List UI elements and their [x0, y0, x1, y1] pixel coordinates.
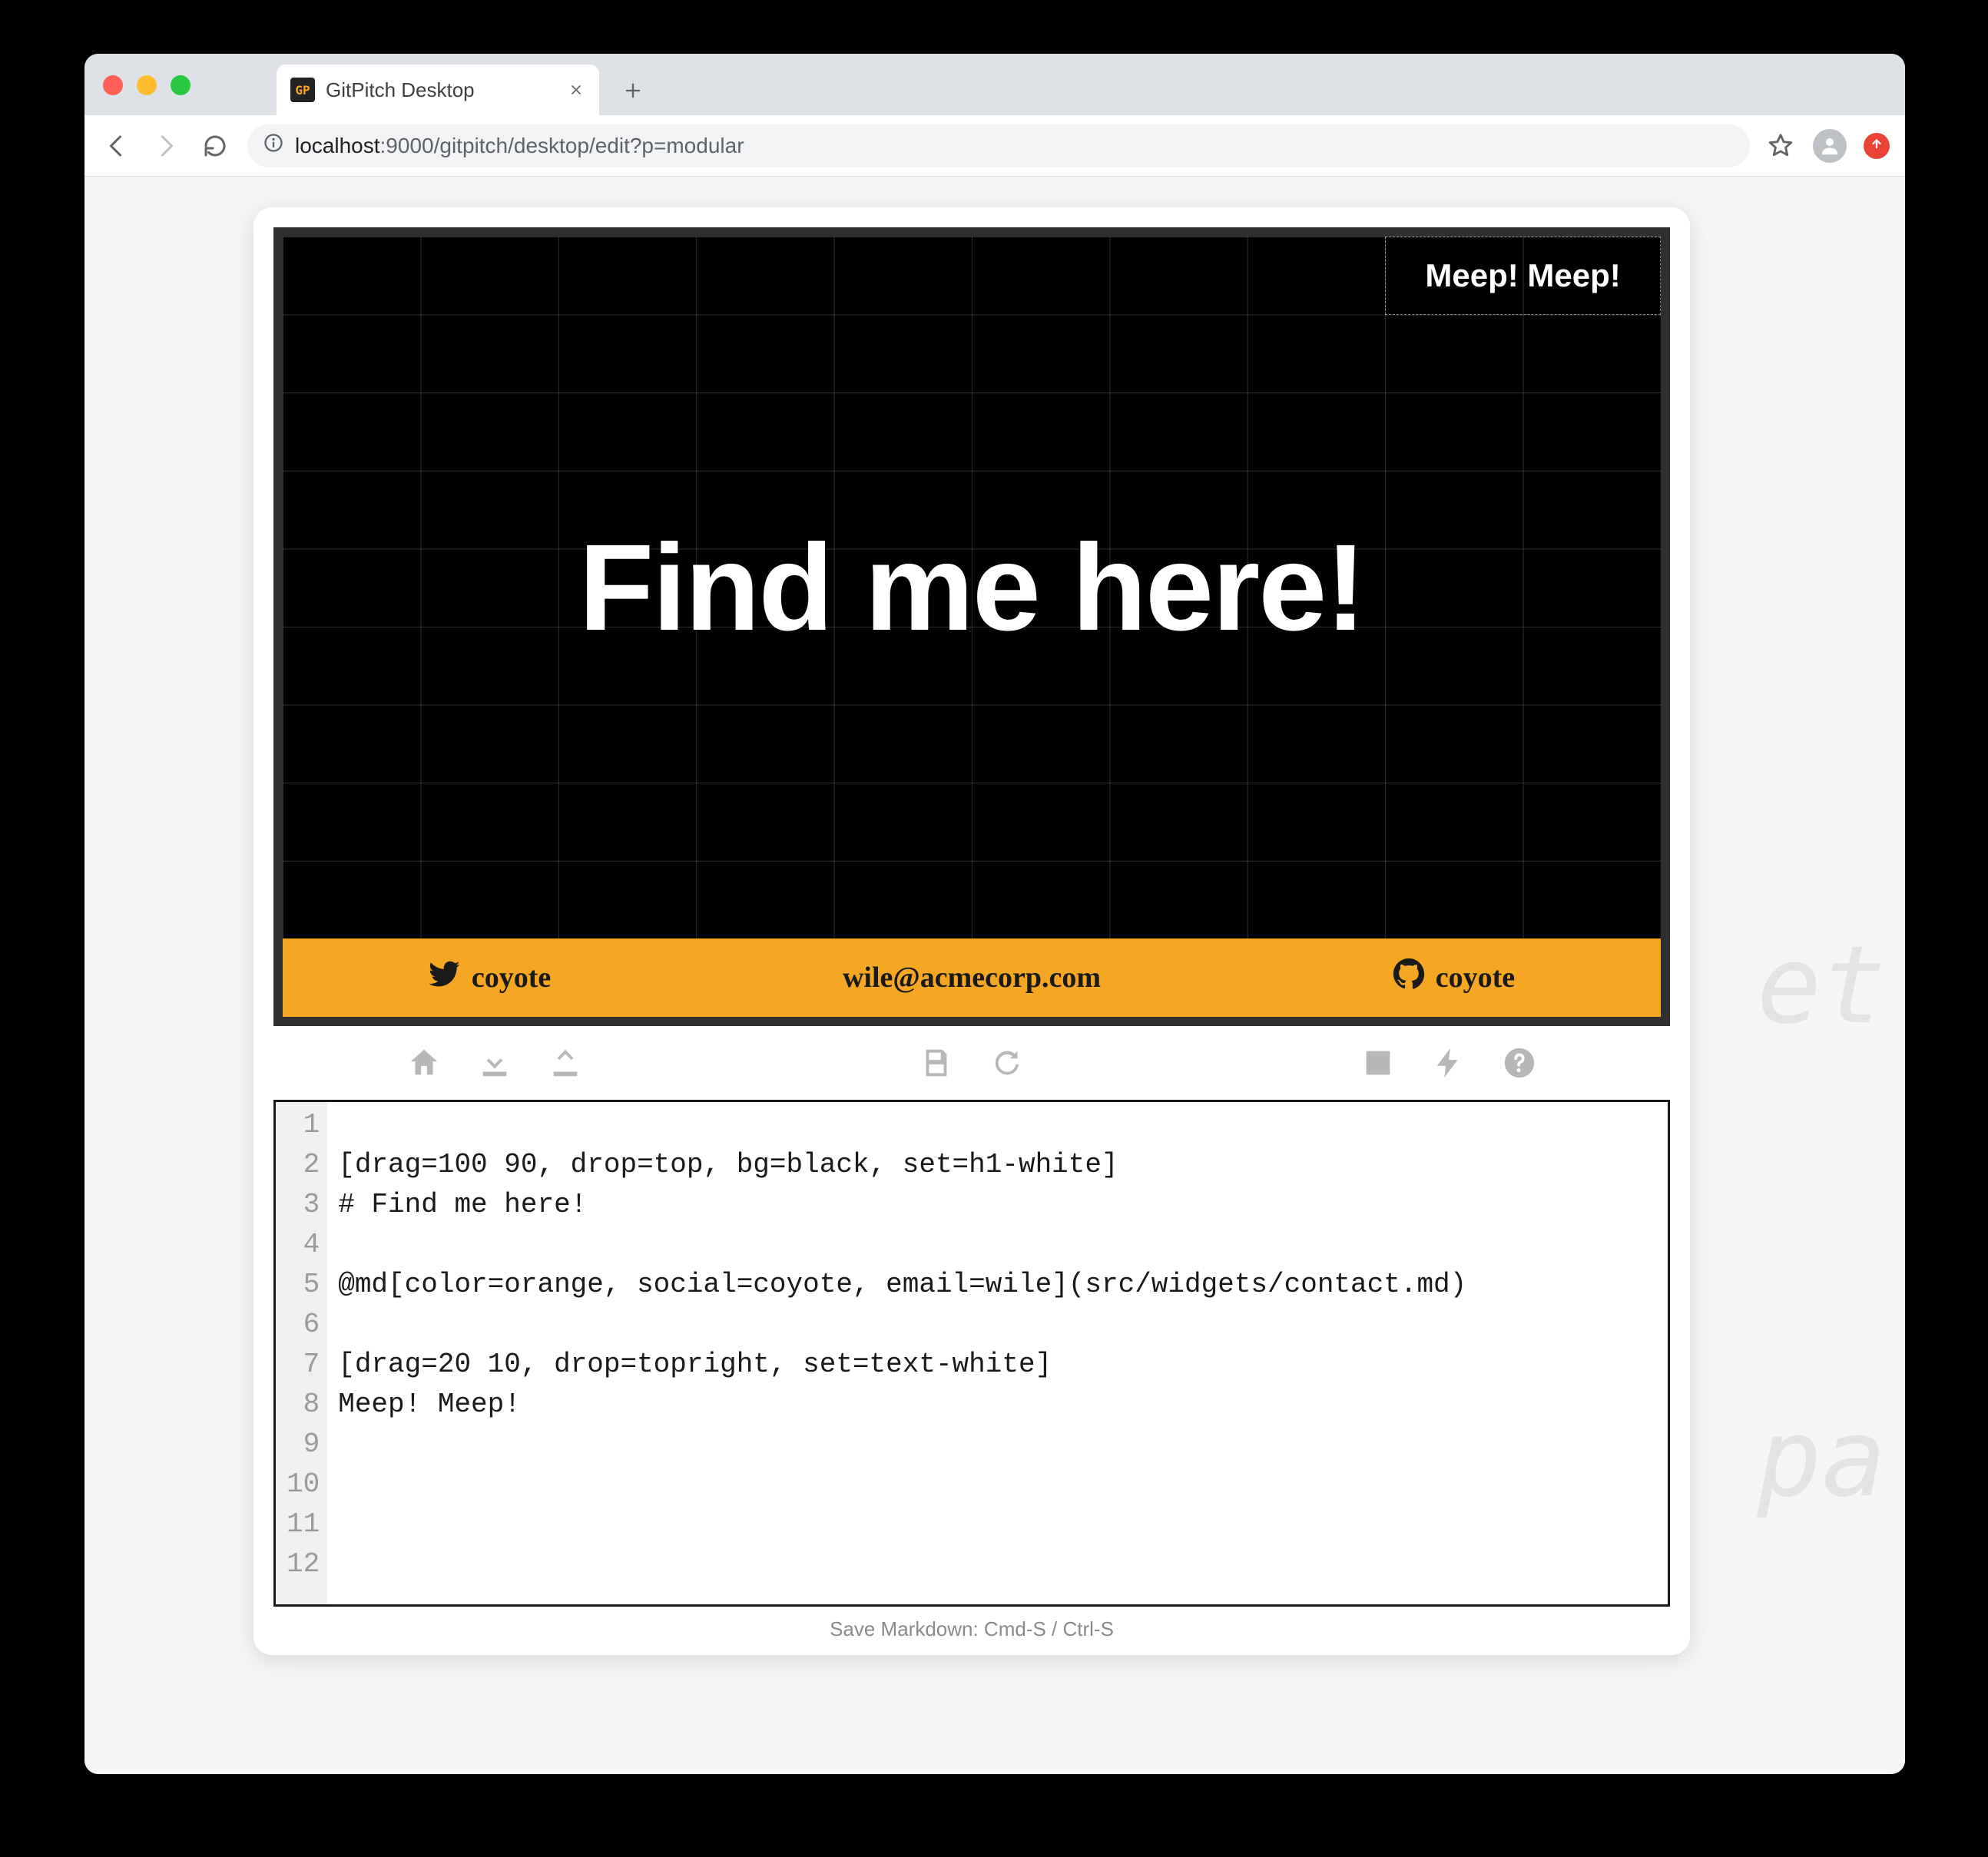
contact-email: wile@acmecorp.com: [843, 961, 1101, 995]
github-icon: [1393, 958, 1425, 998]
extension-icon[interactable]: [1864, 133, 1890, 159]
editor-gutter: 123456789101112: [276, 1102, 327, 1604]
tab-close-button[interactable]: [567, 81, 585, 99]
line-number: 8: [287, 1385, 320, 1425]
line-number: 9: [287, 1425, 320, 1465]
code-line[interactable]: [338, 1305, 1657, 1345]
nav-back-button[interactable]: [100, 129, 134, 163]
image-icon: [1360, 1045, 1396, 1081]
download-icon: [477, 1045, 512, 1081]
code-line[interactable]: [drag=100 90, drop=top, bg=black, set=h1…: [338, 1145, 1657, 1185]
bookmark-star-icon[interactable]: [1765, 131, 1796, 161]
contact-twitter: coyote: [429, 958, 551, 998]
contact-github: coyote: [1393, 958, 1515, 998]
twitter-icon: [429, 958, 461, 998]
help-icon: [1502, 1045, 1537, 1081]
window-controls: [103, 75, 191, 95]
slide-topright-text: Meep! Meep!: [1425, 257, 1620, 294]
toolbar-bolt-button[interactable]: [1429, 1043, 1469, 1083]
window-minimize[interactable]: [137, 75, 157, 95]
line-number: 12: [287, 1544, 320, 1584]
browser-titlebar: GP GitPitch Desktop: [84, 54, 1905, 115]
browser-tab-active[interactable]: GP GitPitch Desktop: [277, 65, 599, 115]
line-number: 3: [287, 1185, 320, 1225]
code-line[interactable]: [338, 1465, 1657, 1504]
line-number: 1: [287, 1105, 320, 1145]
browser-right-controls: [1765, 129, 1890, 163]
toolbar-home-button[interactable]: [404, 1043, 444, 1083]
window-close[interactable]: [103, 75, 123, 95]
app-stage: GP GitPitch Desktop: [0, 0, 1988, 1857]
slide-heading-text: Find me here!: [578, 517, 1364, 658]
code-line[interactable]: [338, 1504, 1657, 1544]
browser-toolbar: localhost:9000/gitpitch/desktop/edit?p=m…: [84, 115, 1905, 177]
refresh-icon: [989, 1045, 1025, 1081]
toolbar-download-button[interactable]: [475, 1043, 515, 1083]
site-info-icon[interactable]: [263, 132, 284, 159]
slide-contact-bar: coyote wile@acmecorp.com coyote: [283, 938, 1661, 1017]
url-host: localhost:9000/gitpitch/desktop/edit?p=m…: [295, 134, 744, 158]
toolbar-image-button[interactable]: [1358, 1043, 1398, 1083]
nav-reload-button[interactable]: [198, 129, 232, 163]
window-maximize[interactable]: [171, 75, 191, 95]
slide-canvas: Find me here! Meep! Meep! coyote: [283, 237, 1661, 1017]
arrow-up-icon: [1870, 137, 1884, 155]
save-icon: [919, 1045, 954, 1081]
footer-hint: Save Markdown: Cmd-S / Ctrl-S: [273, 1607, 1670, 1646]
contact-email-text: wile@acmecorp.com: [843, 961, 1101, 995]
toolbar-refresh-button[interactable]: [987, 1043, 1027, 1083]
upload-icon: [548, 1045, 583, 1081]
profile-avatar-icon[interactable]: [1813, 129, 1847, 163]
toolbar-save-button[interactable]: [916, 1043, 956, 1083]
code-line[interactable]: @md[color=orange, social=coyote, email=w…: [338, 1265, 1657, 1305]
gitpitch-app-card: Find me here! Meep! Meep! coyote: [253, 207, 1690, 1655]
toolbar-help-button[interactable]: [1499, 1043, 1539, 1083]
home-icon: [406, 1045, 442, 1081]
nav-forward-button[interactable]: [149, 129, 183, 163]
line-number: 5: [287, 1265, 320, 1305]
line-number: 7: [287, 1345, 320, 1385]
tab-strip: GP GitPitch Desktop: [277, 54, 651, 115]
markdown-editor[interactable]: 123456789101112 [drag=100 90, drop=top, …: [273, 1100, 1670, 1607]
address-bar[interactable]: localhost:9000/gitpitch/desktop/edit?p=m…: [247, 124, 1750, 167]
code-line[interactable]: [338, 1225, 1657, 1265]
slide-heading-region: Find me here!: [283, 237, 1661, 938]
contact-twitter-handle: coyote: [472, 961, 551, 995]
contact-github-handle: coyote: [1436, 961, 1515, 995]
bolt-icon: [1431, 1045, 1466, 1081]
browser-window: GP GitPitch Desktop: [84, 54, 1905, 1774]
code-line[interactable]: Meep! Meep!: [338, 1385, 1657, 1425]
toolbar-upload-button[interactable]: [545, 1043, 585, 1083]
code-line[interactable]: [338, 1544, 1657, 1584]
new-tab-button[interactable]: [615, 72, 651, 109]
code-line[interactable]: # Find me here!: [338, 1185, 1657, 1225]
line-number: 11: [287, 1504, 320, 1544]
slide-topright-region: Meep! Meep!: [1385, 237, 1661, 315]
line-number: 4: [287, 1225, 320, 1265]
code-line[interactable]: [drag=20 10, drop=topright, set=text-whi…: [338, 1345, 1657, 1385]
code-line[interactable]: [338, 1425, 1657, 1465]
line-number: 2: [287, 1145, 320, 1185]
page-content: et pa nam d( Find me here! Meep! Meep!: [84, 177, 1905, 1774]
app-toolbar: [273, 1026, 1670, 1100]
code-line[interactable]: [338, 1105, 1657, 1145]
slide-preview: Find me here! Meep! Meep! coyote: [273, 227, 1670, 1026]
line-number: 10: [287, 1465, 320, 1504]
tab-title: GitPitch Desktop: [326, 78, 475, 102]
tab-favicon: GP: [290, 78, 315, 102]
background-watermark: et pa nam d(: [1757, 868, 1905, 1774]
editor-code[interactable]: [drag=100 90, drop=top, bg=black, set=h1…: [327, 1102, 1668, 1604]
line-number: 6: [287, 1305, 320, 1345]
